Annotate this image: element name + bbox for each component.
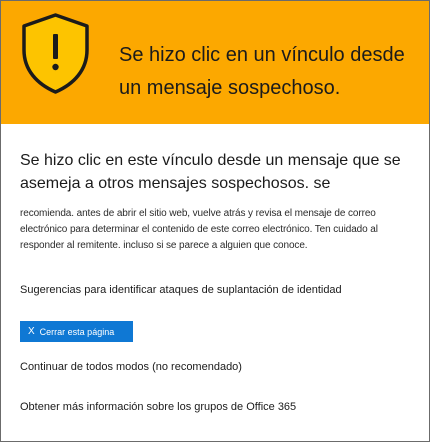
- close-icon: X: [28, 326, 35, 337]
- continue-anyway-link[interactable]: Continuar de todos modos (no recomendado…: [20, 361, 242, 373]
- warning-shield-icon: [22, 13, 89, 94]
- warning-heading: Se hizo clic en este vínculo desde un me…: [20, 152, 401, 192]
- phishing-tips-link[interactable]: Sugerencias para identificar ataques de …: [20, 284, 342, 296]
- warning-body: recomienda. antes de abrir el sitio web,…: [20, 208, 378, 251]
- close-page-label: Cerrar esta página: [39, 326, 115, 337]
- banner-title: Se hizo clic en un vínculo desde un mens…: [119, 44, 405, 99]
- learn-more-link[interactable]: Obtener más información sobre los grupos…: [20, 401, 296, 413]
- warning-dialog: Se hizo clic en un vínculo desde un mens…: [0, 0, 430, 442]
- close-page-button[interactable]: X Cerrar esta página: [20, 321, 133, 342]
- warning-banner: Se hizo clic en un vínculo desde un mens…: [1, 1, 429, 124]
